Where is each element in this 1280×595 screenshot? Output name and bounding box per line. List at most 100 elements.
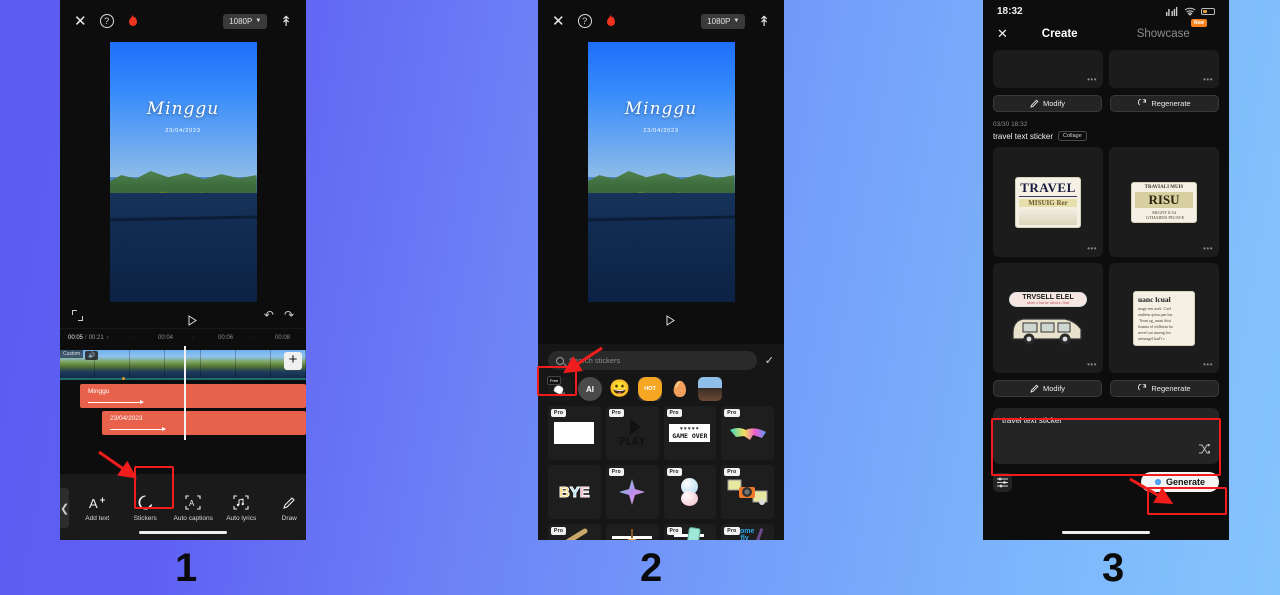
- result-card[interactable]: •••: [1109, 50, 1219, 88]
- chevron-right-icon[interactable]: ›: [107, 335, 109, 341]
- sticker-item[interactable]: Pro Comeflywi: [721, 524, 774, 540]
- timeline-video-track[interactable]: Custom 🔊: [60, 350, 306, 380]
- redo-icon[interactable]: ↷: [284, 308, 294, 322]
- result-card[interactable]: •••: [993, 50, 1103, 88]
- timeline-text-clip[interactable]: 23/04/2023: [102, 411, 306, 435]
- sticker-item[interactable]: Pro: [605, 465, 659, 519]
- timeline-clip-label: Minggu: [88, 388, 110, 395]
- flame-icon[interactable]: [127, 13, 139, 29]
- sticker-text-line1: uanc lcual: [1138, 294, 1171, 304]
- sticker-item[interactable]: Pro PLAY: [605, 406, 659, 460]
- resolution-button[interactable]: 1080P ▼: [223, 13, 268, 29]
- tool-label: Draw: [281, 515, 297, 522]
- category-hot-wrap[interactable]: HOT: [638, 377, 662, 401]
- category-photo[interactable]: [698, 377, 722, 401]
- undo-icon[interactable]: ↶: [264, 308, 274, 322]
- tool-label: Auto captions: [173, 515, 213, 522]
- sticker-text-line2: RISU: [1135, 191, 1193, 208]
- transport-bar: [538, 302, 784, 328]
- chevron-left-icon[interactable]: ❮: [60, 488, 70, 528]
- sticker-item[interactable]: Pro ♥♥♥♥♥ GAME OVER: [663, 406, 717, 460]
- tool-label: Stickers: [133, 515, 157, 522]
- play-icon[interactable]: [657, 310, 675, 326]
- more-options-icon[interactable]: •••: [1087, 75, 1097, 84]
- status-time: 18:32: [997, 5, 1023, 17]
- result-card[interactable]: uanc lcual mage een aorli Cael audiens qe…: [1109, 263, 1219, 373]
- ruler-total-time: 00:21: [88, 334, 104, 341]
- ruler-dot: ·: [252, 334, 254, 341]
- tool-stickers[interactable]: Stickers: [121, 494, 169, 522]
- tool-draw[interactable]: Draw: [265, 494, 306, 522]
- category-emoji[interactable]: 😀: [608, 377, 632, 401]
- timeline[interactable]: Custom 🔊 + Minggu 23/04/2023: [60, 346, 306, 440]
- tool-add-text[interactable]: A Add text: [73, 494, 121, 523]
- category-egg[interactable]: 🥚: [668, 377, 692, 401]
- prompt-input[interactable]: travel text sticker: [993, 408, 1219, 464]
- category-ai-free[interactable]: Free AI: [547, 376, 572, 401]
- preview-title-text: Minggu: [146, 99, 220, 120]
- category-label: AI: [586, 384, 594, 394]
- timeline-frame: [165, 350, 201, 380]
- clip-trim-handle[interactable]: [88, 400, 144, 404]
- sticker-item[interactable]: [605, 524, 659, 540]
- tab-create[interactable]: Create: [1008, 28, 1112, 40]
- sticker-item[interactable]: Pro: [548, 524, 601, 540]
- more-options-icon[interactable]: •••: [1203, 244, 1213, 253]
- result-card[interactable]: TRAVEL MISUIG Rer •••: [993, 147, 1103, 257]
- tool-auto-lyrics[interactable]: Auto lyrics: [217, 494, 265, 522]
- upload-icon[interactable]: ↟: [758, 14, 770, 28]
- sticker-art: [554, 422, 595, 444]
- result-card[interactable]: TRVSELL ELEL when n bat be sehors / that…: [993, 263, 1103, 373]
- pro-badge: Pro: [724, 468, 740, 476]
- close-icon[interactable]: ✕: [552, 12, 565, 30]
- playhead[interactable]: [184, 346, 186, 440]
- tab-showcase[interactable]: Showcase New: [1111, 19, 1215, 40]
- history-prompt-row: travel text sticker Collage: [993, 131, 1219, 141]
- more-options-icon[interactable]: •••: [1203, 360, 1213, 369]
- fullscreen-icon[interactable]: [72, 309, 83, 321]
- more-options-icon[interactable]: •••: [1087, 244, 1097, 253]
- clip-trim-handle[interactable]: [110, 427, 166, 431]
- tabs-row: ✕ Create Showcase New: [983, 19, 1229, 50]
- check-icon[interactable]: ✓: [765, 354, 774, 367]
- sticker-item[interactable]: Pro: [548, 406, 601, 460]
- sliders-icon[interactable]: [993, 472, 1012, 492]
- button-label: Modify: [1042, 384, 1066, 393]
- regenerate-button[interactable]: Regenerate: [1110, 380, 1219, 397]
- modify-button[interactable]: Modify: [993, 380, 1102, 397]
- category-ai[interactable]: AI: [578, 377, 602, 401]
- pro-badge: Pro: [551, 409, 567, 417]
- sticker-art-travel: TRAVEL MISUIG Rer: [1015, 176, 1081, 228]
- sticker-item[interactable]: Pro: [663, 524, 717, 540]
- close-icon[interactable]: ✕: [997, 26, 1008, 42]
- sticker-text-line1: TRAVEL: [1019, 179, 1077, 197]
- play-icon[interactable]: [179, 310, 197, 326]
- modify-button[interactable]: Modify: [993, 95, 1102, 112]
- shuffle-icon[interactable]: [1199, 443, 1212, 457]
- sticker-item[interactable]: Pro: [721, 465, 774, 519]
- regenerate-button[interactable]: Regenerate: [1110, 95, 1219, 112]
- ruler-separator: /: [85, 334, 87, 341]
- help-circle-icon[interactable]: ?: [99, 14, 114, 28]
- result-card[interactable]: TRAVIALI MUIS RISU MIGNT 0.54 GTHAIDIS P…: [1109, 147, 1219, 257]
- more-options-icon[interactable]: •••: [1203, 75, 1213, 84]
- preview-foreground: [587, 192, 735, 302]
- more-options-icon[interactable]: •••: [1087, 360, 1097, 369]
- sticker-item[interactable]: B Y E: [548, 465, 601, 519]
- status-icons: [1166, 6, 1215, 16]
- sticker-item[interactable]: Pro: [663, 465, 717, 519]
- timeline-text-clip[interactable]: Minggu: [80, 384, 306, 408]
- video-preview[interactable]: Minggu 23/04/2023: [109, 42, 257, 302]
- tool-auto-captions[interactable]: A Auto captions: [169, 494, 217, 522]
- add-clip-button[interactable]: +: [284, 352, 302, 370]
- help-circle-icon[interactable]: ?: [577, 14, 592, 28]
- volume-icon[interactable]: 🔊: [85, 351, 99, 360]
- flame-icon[interactable]: [605, 13, 617, 29]
- ruler-tick-1: 00:04: [158, 334, 174, 341]
- video-preview[interactable]: Minggu 23/04/2023: [587, 42, 735, 302]
- upload-icon[interactable]: ↟: [280, 14, 292, 28]
- resolution-button[interactable]: 1080P ▼: [701, 13, 746, 29]
- close-icon[interactable]: ✕: [74, 12, 87, 30]
- sticker-item[interactable]: Pro: [721, 406, 774, 460]
- timeline-frame: [95, 350, 131, 380]
